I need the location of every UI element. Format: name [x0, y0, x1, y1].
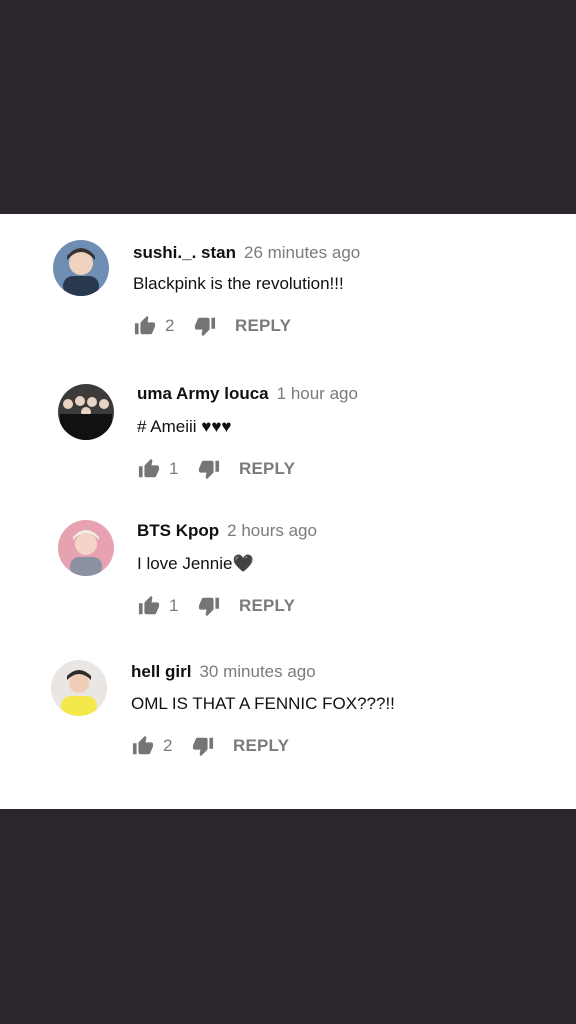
comment-item: uma Army louca 1 hour ago # Ameiii ♥♥♥ 1 … [0, 374, 576, 504]
author-name[interactable]: uma Army louca [137, 384, 269, 403]
reply-button[interactable]: REPLY [233, 736, 289, 756]
like-count: 1 [169, 459, 179, 478]
thumbs-down-icon[interactable] [197, 594, 221, 618]
thumbs-up-icon[interactable] [137, 457, 161, 481]
avatar[interactable] [51, 660, 107, 716]
avatar[interactable] [58, 384, 114, 440]
thumbs-down-icon[interactable] [191, 734, 215, 758]
comment-actions: 1 REPLY [137, 457, 295, 481]
comment-item: BTS Kpop 2 hours ago I love Jennie🖤 1 REP… [0, 512, 576, 642]
author-name[interactable]: hell girl [131, 662, 191, 681]
comment-time: 1 hour ago [276, 384, 358, 403]
reply-button[interactable]: REPLY [239, 459, 295, 479]
like-count: 2 [163, 736, 173, 755]
comment-text: Blackpink is the revolution!!! [133, 274, 344, 293]
thumbs-up-icon[interactable] [133, 314, 157, 338]
comment-actions: 2 REPLY [133, 314, 291, 338]
comment-actions: 1 REPLY [137, 594, 295, 618]
comment-text: OML IS THAT A FENNIC FOX???!! [131, 694, 395, 713]
comment-meta: BTS Kpop 2 hours ago [137, 521, 317, 541]
comment-time: 2 hours ago [227, 521, 317, 540]
avatar[interactable] [58, 520, 114, 576]
like-count: 1 [169, 596, 179, 615]
comment-meta: uma Army louca 1 hour ago [137, 384, 358, 404]
comment-actions: 2 REPLY [131, 734, 289, 758]
thumbs-up-icon[interactable] [131, 734, 155, 758]
comment-item: sushi._. stan 26 minutes ago Blackpink is… [0, 232, 576, 362]
comment-text: # Ameiii ♥♥♥ [137, 417, 232, 436]
comment-item: hell girl 30 minutes ago OML IS THAT A FE… [0, 652, 576, 782]
thumbs-down-icon[interactable] [193, 314, 217, 338]
author-name[interactable]: sushi._. stan [133, 243, 236, 262]
comments-panel: sushi._. stan 26 minutes ago Blackpink is… [0, 214, 576, 809]
like-count: 2 [165, 316, 175, 335]
comment-time: 30 minutes ago [199, 662, 316, 681]
reply-button[interactable]: REPLY [235, 316, 291, 336]
comment-meta: sushi._. stan 26 minutes ago [133, 243, 360, 263]
avatar[interactable] [53, 240, 109, 296]
thumbs-up-icon[interactable] [137, 594, 161, 618]
comment-meta: hell girl 30 minutes ago [131, 662, 316, 682]
author-name[interactable]: BTS Kpop [137, 521, 219, 540]
thumbs-down-icon[interactable] [197, 457, 221, 481]
comment-text: I love Jennie🖤 [137, 554, 254, 573]
reply-button[interactable]: REPLY [239, 596, 295, 616]
comment-time: 26 minutes ago [243, 243, 361, 262]
